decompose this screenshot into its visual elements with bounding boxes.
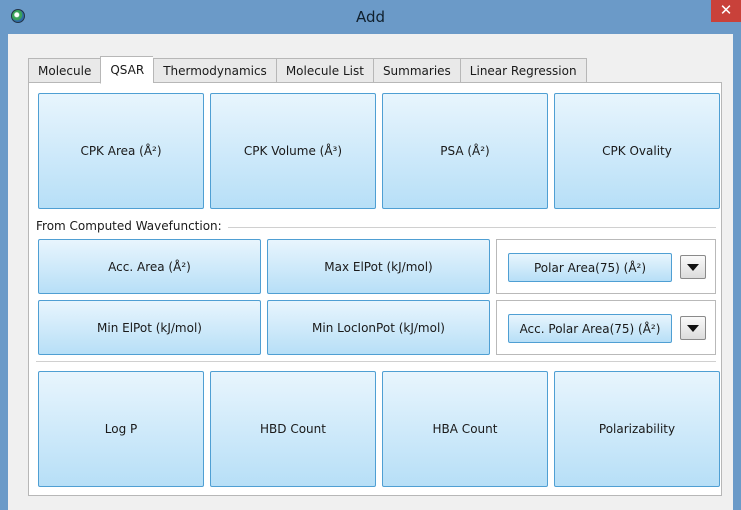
title-bar: Add ✕ bbox=[0, 0, 741, 34]
cpk-volume-button[interactable]: CPK Volume (Å³) bbox=[210, 93, 376, 209]
min-locionpot-button[interactable]: Min LocIonPot (kJ/mol) bbox=[267, 300, 490, 355]
acc-area-button[interactable]: Acc. Area (Å²) bbox=[38, 239, 261, 294]
hba-count-button[interactable]: HBA Count bbox=[382, 371, 548, 487]
acc-polar-area-dropdown-button[interactable] bbox=[680, 316, 706, 340]
bottom-divider bbox=[36, 361, 716, 362]
tab-molecule[interactable]: Molecule bbox=[28, 58, 101, 84]
tab-qsar[interactable]: QSAR bbox=[100, 56, 154, 84]
section-label: From Computed Wavefunction: bbox=[36, 219, 228, 233]
cpk-ovality-button[interactable]: CPK Ovality bbox=[554, 93, 720, 209]
chevron-down-icon bbox=[687, 324, 699, 332]
tab-molecule-list[interactable]: Molecule List bbox=[275, 58, 373, 84]
qsar-panel: CPK Area (Å²) CPK Volume (Å³) PSA (Å²) C… bbox=[28, 82, 722, 496]
cpk-area-button[interactable]: CPK Area (Å²) bbox=[38, 93, 204, 209]
polar-area-select[interactable]: Polar Area(75) (Å²) bbox=[508, 253, 672, 282]
hbd-count-button[interactable]: HBD Count bbox=[210, 371, 376, 487]
log-p-button[interactable]: Log P bbox=[38, 371, 204, 487]
tab-bar: Molecule QSAR Thermodynamics Molecule Li… bbox=[28, 56, 587, 84]
window-title: Add bbox=[355, 8, 386, 26]
min-elpot-button[interactable]: Min ElPot (kJ/mol) bbox=[38, 300, 261, 355]
tab-summaries[interactable]: Summaries bbox=[372, 58, 460, 84]
close-button[interactable]: ✕ bbox=[711, 0, 741, 22]
psa-button[interactable]: PSA (Å²) bbox=[382, 93, 548, 209]
polar-area-dropdown-button[interactable] bbox=[680, 255, 706, 279]
chevron-down-icon bbox=[687, 263, 699, 271]
max-elpot-button[interactable]: Max ElPot (kJ/mol) bbox=[267, 239, 490, 294]
polarizability-button[interactable]: Polarizability bbox=[554, 371, 720, 487]
polar-area-combo-group: Polar Area(75) (Å²) bbox=[496, 239, 716, 294]
dialog-client: Molecule QSAR Thermodynamics Molecule Li… bbox=[8, 34, 733, 510]
acc-polar-area-select[interactable]: Acc. Polar Area(75) (Å²) bbox=[508, 314, 672, 343]
tab-thermodynamics[interactable]: Thermodynamics bbox=[153, 58, 276, 84]
acc-polar-area-combo-group: Acc. Polar Area(75) (Å²) bbox=[496, 300, 716, 355]
tab-linear-regression[interactable]: Linear Regression bbox=[459, 58, 587, 84]
